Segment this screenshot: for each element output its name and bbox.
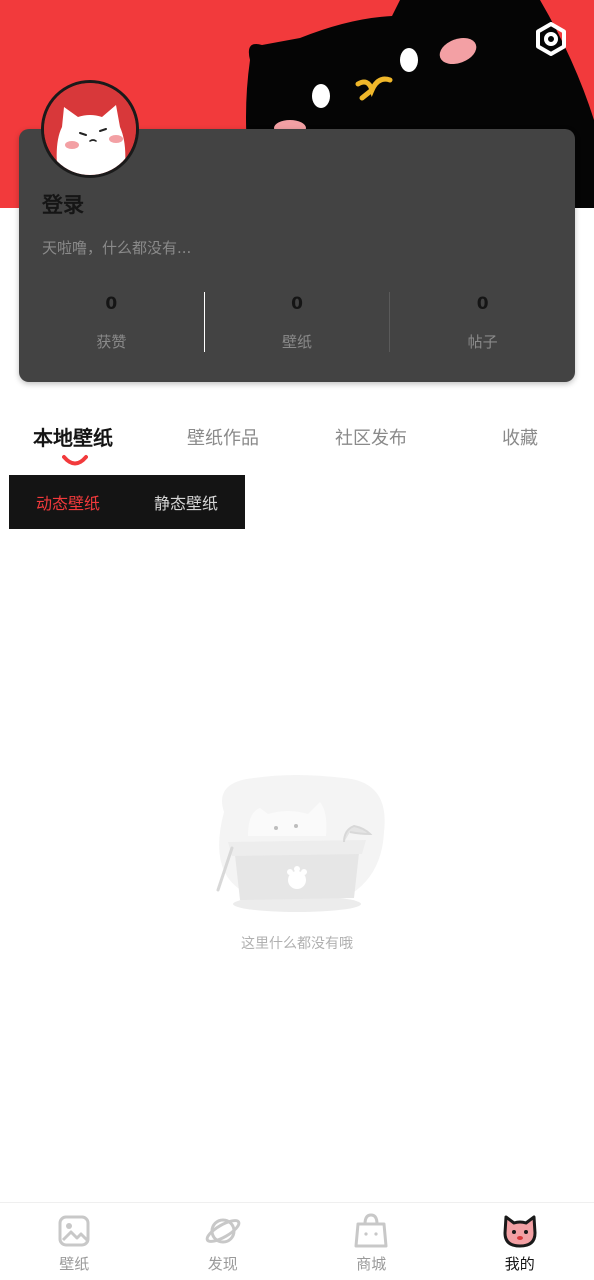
tab-indicator bbox=[62, 455, 88, 466]
profile-bio: 天啦噜，什么都没有... bbox=[42, 239, 192, 257]
wallpaper-type-subtabs: 动态壁纸 静态壁纸 bbox=[9, 475, 245, 529]
stat-posts-value: 0 bbox=[476, 294, 489, 314]
empty-box-cat-illustration bbox=[216, 775, 385, 912]
subtab-dynamic-wallpapers[interactable]: 动态壁纸 bbox=[9, 490, 127, 514]
shopping-bag-icon bbox=[351, 1211, 391, 1251]
stat-wallpapers-value: 0 bbox=[291, 294, 303, 314]
content-tabs: 本地壁纸 壁纸作品 社区发布 收藏 bbox=[0, 412, 594, 460]
cat-face-icon bbox=[500, 1211, 540, 1251]
white-cat-avatar-icon bbox=[44, 83, 136, 175]
tab-wallpaper-works[interactable]: 壁纸作品 bbox=[187, 424, 259, 472]
gear-icon bbox=[536, 22, 566, 56]
stat-posts[interactable]: 0 帖子 bbox=[390, 291, 575, 353]
image-icon bbox=[54, 1211, 94, 1251]
profile-stats: 0 获赞 0 壁纸 0 帖子 bbox=[19, 291, 575, 353]
nav-item-store[interactable]: 商城 bbox=[297, 1203, 446, 1280]
stat-wallpapers[interactable]: 0 壁纸 bbox=[205, 291, 390, 353]
tab-favorites[interactable]: 收藏 bbox=[502, 424, 538, 472]
subtab-static-wallpapers[interactable]: 静态壁纸 bbox=[127, 490, 245, 514]
nav-item-mine[interactable]: 我的 bbox=[446, 1203, 594, 1280]
stat-wallpapers-label: 壁纸 bbox=[282, 333, 313, 351]
nav-item-discover[interactable]: 发现 bbox=[149, 1203, 298, 1280]
stat-posts-label: 帖子 bbox=[467, 333, 498, 351]
nav-label: 发现 bbox=[207, 1255, 238, 1273]
avatar[interactable] bbox=[41, 80, 139, 178]
tab-community-posts[interactable]: 社区发布 bbox=[335, 424, 407, 472]
bottom-navigation: 壁纸 发现 商城 我的 bbox=[0, 1202, 594, 1280]
login-label[interactable]: 登录 bbox=[42, 189, 84, 219]
nav-label: 商城 bbox=[356, 1255, 387, 1273]
empty-state-text: 这里什么都没有哦 bbox=[241, 936, 353, 952]
stat-likes-value: 0 bbox=[105, 294, 118, 314]
planet-icon bbox=[203, 1211, 243, 1251]
stat-likes-label: 获赞 bbox=[96, 333, 127, 351]
stat-likes[interactable]: 0 获赞 bbox=[19, 291, 204, 353]
nav-label: 壁纸 bbox=[59, 1255, 90, 1273]
nav-label: 我的 bbox=[504, 1255, 535, 1273]
settings-button[interactable] bbox=[534, 22, 576, 64]
nav-item-wallpapers[interactable]: 壁纸 bbox=[0, 1203, 149, 1280]
